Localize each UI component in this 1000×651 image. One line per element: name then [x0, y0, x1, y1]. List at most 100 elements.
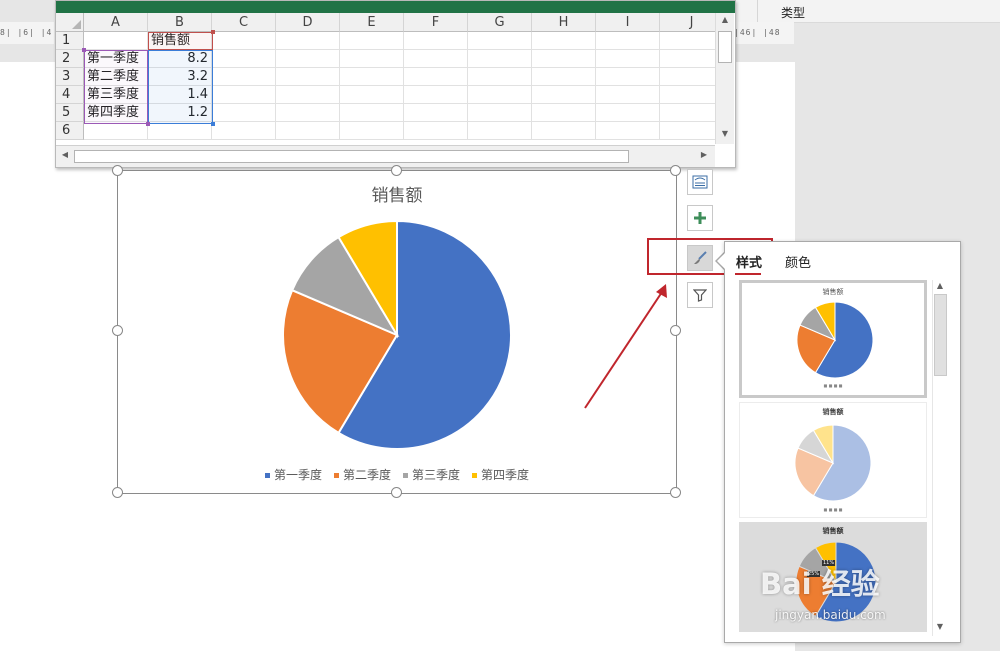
cell-c4[interactable]: [212, 86, 276, 104]
cell-i1[interactable]: [596, 32, 660, 50]
resize-handle-tm[interactable]: [391, 165, 402, 176]
cell-j2[interactable]: [660, 50, 715, 68]
tab-style[interactable]: 样式: [736, 252, 762, 271]
cell-f4[interactable]: [404, 86, 468, 104]
select-all-corner[interactable]: [56, 13, 84, 32]
cell-a6[interactable]: [84, 122, 148, 140]
cell-i4[interactable]: [596, 86, 660, 104]
legend-item[interactable]: 第二季度: [333, 466, 391, 483]
resize-handle-ml[interactable]: [112, 325, 123, 336]
cell-f1[interactable]: [404, 32, 468, 50]
column-header-g[interactable]: G: [468, 13, 532, 32]
cell-e1[interactable]: [340, 32, 404, 50]
cell-g6[interactable]: [468, 122, 532, 140]
legend-item[interactable]: 第四季度: [472, 466, 529, 483]
cell-d2[interactable]: [276, 50, 340, 68]
panel-scroll-up-icon[interactable]: ▲: [933, 281, 947, 290]
style-option-1[interactable]: 销售额 ■ ■ ■ ■: [739, 280, 927, 398]
resize-handle-tr[interactable]: [670, 165, 681, 176]
cell-h3[interactable]: [532, 68, 596, 86]
resize-handle-bm[interactable]: [391, 487, 402, 498]
cell-d3[interactable]: [276, 68, 340, 86]
cell-i2[interactable]: [596, 50, 660, 68]
cell-c6[interactable]: [212, 122, 276, 140]
cell-c2[interactable]: [212, 50, 276, 68]
cell-h1[interactable]: [532, 32, 596, 50]
legend-item[interactable]: 第三季度: [403, 466, 460, 483]
cell-f3[interactable]: [404, 68, 468, 86]
chart-legend[interactable]: 第一季度 第二季度 第三季度 第四季度: [118, 466, 676, 483]
cell-g1[interactable]: [468, 32, 532, 50]
cell-h2[interactable]: [532, 50, 596, 68]
chart-data-sheet-window[interactable]: A B C D E F G H I J 1 销售额 2 第一季度 8.2 3 第二季度 3.2 4 第三季度 1.4 5 第…: [55, 0, 736, 168]
row-header-1[interactable]: 1: [56, 32, 84, 50]
cell-c1[interactable]: [212, 32, 276, 50]
cell-g5[interactable]: [468, 104, 532, 122]
range-corner-handle[interactable]: [211, 30, 215, 34]
cell-e4[interactable]: [340, 86, 404, 104]
cell-j5[interactable]: [660, 104, 715, 122]
cell-h4[interactable]: [532, 86, 596, 104]
column-header-a[interactable]: A: [84, 13, 148, 32]
cell-j6[interactable]: [660, 122, 715, 140]
cell-e5[interactable]: [340, 104, 404, 122]
row-header-3[interactable]: 3: [56, 68, 84, 86]
cell-g4[interactable]: [468, 86, 532, 104]
row-header-2[interactable]: 2: [56, 50, 84, 68]
cell-d1[interactable]: [276, 32, 340, 50]
tab-color[interactable]: 颜色: [785, 252, 811, 271]
cell-h5[interactable]: [532, 104, 596, 122]
chart-title[interactable]: 销售额: [118, 181, 676, 206]
cell-b6[interactable]: [148, 122, 212, 140]
cell-j3[interactable]: [660, 68, 715, 86]
style-option-2[interactable]: 销售额 ■ ■ ■ ■: [739, 402, 927, 518]
layout-options-button[interactable]: [687, 169, 713, 195]
column-header-c[interactable]: C: [212, 13, 276, 32]
scroll-right-arrow-icon[interactable]: ▶: [697, 150, 711, 159]
panel-scrollbar[interactable]: ▲ ▼: [932, 280, 947, 636]
column-header-b[interactable]: B: [148, 13, 212, 32]
range-corner-handle[interactable]: [211, 122, 215, 126]
range-corner-handle[interactable]: [82, 48, 86, 52]
sheet-title-bar[interactable]: [56, 1, 735, 13]
panel-scroll-thumb[interactable]: [934, 294, 947, 376]
scroll-left-arrow-icon[interactable]: ◀: [58, 150, 72, 159]
type-label[interactable]: 类型: [781, 4, 805, 21]
panel-scroll-down-icon[interactable]: ▼: [933, 622, 947, 631]
row-header-5[interactable]: 5: [56, 104, 84, 122]
resize-handle-br[interactable]: [670, 487, 681, 498]
cell-f5[interactable]: [404, 104, 468, 122]
legend-item[interactable]: 第一季度: [264, 466, 322, 483]
cell-g3[interactable]: [468, 68, 532, 86]
cell-j4[interactable]: [660, 86, 715, 104]
chart-filters-button[interactable]: [687, 282, 713, 308]
cell-f6[interactable]: [404, 122, 468, 140]
vertical-scroll-thumb[interactable]: [718, 31, 732, 63]
pie-plot[interactable]: [281, 219, 513, 451]
cell-g2[interactable]: [468, 50, 532, 68]
sheet-vertical-scrollbar[interactable]: ▲ ▼: [715, 13, 734, 144]
cell-d4[interactable]: [276, 86, 340, 104]
cell-i3[interactable]: [596, 68, 660, 86]
column-header-h[interactable]: H: [532, 13, 596, 32]
cell-j1[interactable]: [660, 32, 715, 50]
cell-h6[interactable]: [532, 122, 596, 140]
cell-d6[interactable]: [276, 122, 340, 140]
column-header-i[interactable]: I: [596, 13, 660, 32]
chart-elements-button[interactable]: [687, 205, 713, 231]
sheet-horizontal-scrollbar[interactable]: ◀ ▶: [56, 145, 715, 167]
cell-e3[interactable]: [340, 68, 404, 86]
scroll-up-arrow-icon[interactable]: ▲: [718, 15, 732, 24]
cell-c5[interactable]: [212, 104, 276, 122]
column-header-e[interactable]: E: [340, 13, 404, 32]
cell-c3[interactable]: [212, 68, 276, 86]
cell-e6[interactable]: [340, 122, 404, 140]
cell-i6[interactable]: [596, 122, 660, 140]
horizontal-scroll-thumb[interactable]: [74, 150, 629, 163]
column-header-d[interactable]: D: [276, 13, 340, 32]
scroll-down-arrow-icon[interactable]: ▼: [718, 129, 732, 138]
cell-a1[interactable]: [84, 32, 148, 50]
row-header-4[interactable]: 4: [56, 86, 84, 104]
cell-i5[interactable]: [596, 104, 660, 122]
sheet-grid[interactable]: A B C D E F G H I J 1 销售额 2 第一季度 8.2 3 第二季度 3.2 4 第三季度 1.4 5 第…: [56, 13, 715, 144]
